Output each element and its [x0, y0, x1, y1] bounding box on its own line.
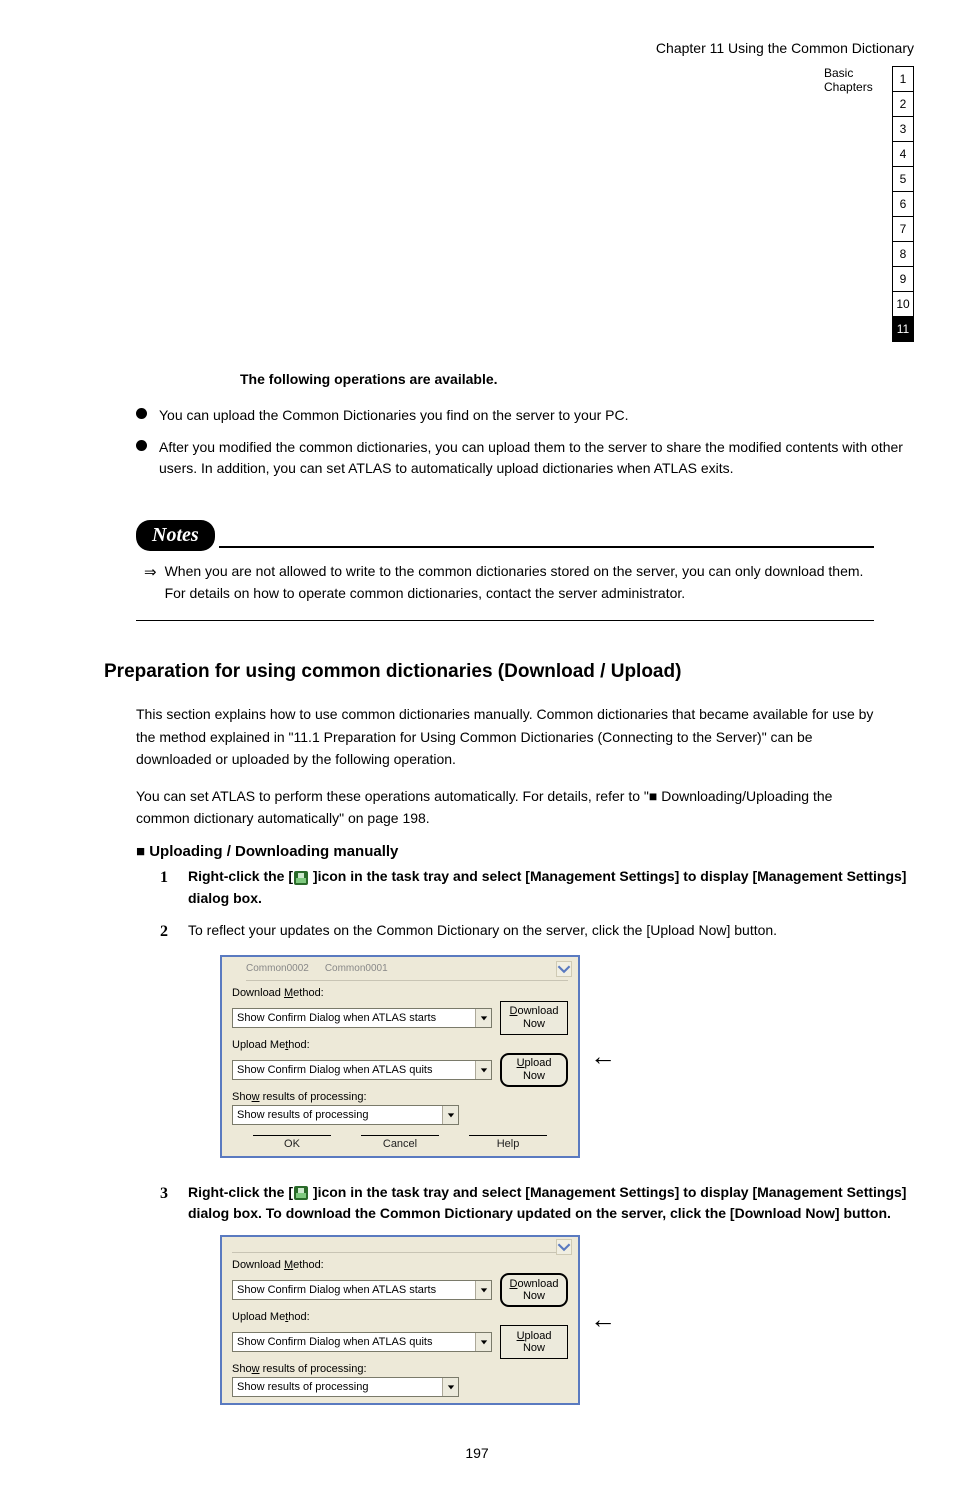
dialog-footer: OK Cancel Help	[232, 1135, 568, 1150]
chapter-index: Basic Chapters 1234567891011	[40, 66, 914, 341]
download-method-label: Download Method:	[232, 987, 568, 999]
step-3: 3 Right-click the [ ]icon in the task tr…	[160, 1182, 914, 1225]
chapter-box-11: 11	[892, 316, 914, 342]
dim-list: Common0002 Common0001	[246, 963, 568, 981]
step-number: 1	[160, 866, 188, 909]
results-combo[interactable]: Show results of processing	[232, 1377, 459, 1397]
step-text: Right-click the [ ]icon in the task tray…	[188, 1182, 914, 1225]
upload-method-label: Upload Method:	[232, 1311, 568, 1323]
list-item: You can upload the Common Dictionaries y…	[136, 405, 914, 427]
upload-now-button[interactable]: Upload Now	[500, 1053, 568, 1087]
arrow-left-icon: ←	[590, 1041, 616, 1072]
paragraph: This section explains how to use common …	[136, 703, 874, 770]
sub-title: ■ Uploading / Downloading manually	[136, 843, 914, 860]
chevron-down-icon[interactable]	[556, 961, 572, 977]
combo-value: Show Confirm Dialog when ATLAS quits	[237, 1336, 432, 1348]
chapter-label-l1: Basic	[824, 66, 853, 80]
step-pre: Right-click the [	[188, 868, 293, 884]
chapter-box-10: 10	[892, 291, 914, 317]
dialog: Common0002 Common0001 Download Method: S…	[220, 955, 580, 1158]
chapter-label: Basic Chapters	[824, 66, 884, 95]
download-method-combo[interactable]: Show Confirm Dialog when ATLAS starts	[232, 1280, 492, 1300]
notes-badge: Notes	[136, 520, 215, 551]
step-2: 2 To reflect your updates on the Common …	[160, 920, 914, 945]
step-text: Right-click the [ ]icon in the task tray…	[188, 866, 914, 909]
upload-method-combo[interactable]: Show Confirm Dialog when ATLAS quits	[232, 1060, 492, 1080]
header-right-text: Chapter 11 Using the Common Dictionary	[40, 40, 914, 56]
step-1: 1 Right-click the [ ]icon in the task tr…	[160, 866, 914, 909]
chapter-box-6: 6	[892, 191, 914, 217]
bullet-text: After you modified the common dictionari…	[159, 437, 914, 480]
chapter-box-9: 9	[892, 266, 914, 292]
notes-section: Notes ⇒ When you are not allowed to writ…	[136, 520, 874, 621]
btn-l2: Now	[523, 1070, 545, 1082]
tray-icon	[293, 870, 309, 886]
chapter-box-8: 8	[892, 241, 914, 267]
chapter-label-l2: Chapters	[824, 80, 873, 94]
upload-now-button[interactable]: Upload Now	[500, 1325, 568, 1359]
section-title: Preparation for using common dictionarie…	[104, 661, 874, 683]
results-label: Show results of processing:	[232, 1363, 568, 1375]
step-number: 2	[160, 920, 188, 945]
help-button[interactable]: Help	[469, 1135, 547, 1150]
results-label: Show results of processing:	[232, 1091, 568, 1103]
bullet-icon	[136, 408, 147, 419]
btn-l2: Now	[523, 1290, 545, 1302]
chevron-down-icon[interactable]	[556, 1239, 572, 1255]
download-method-label: Download Method:	[232, 1259, 568, 1271]
results-combo[interactable]: Show results of processing	[232, 1105, 459, 1125]
notes-item: ⇒ When you are not allowed to write to t…	[144, 561, 874, 604]
screenshot-step3: Download Method: Show Confirm Dialog whe…	[220, 1235, 914, 1405]
bullet-text: You can upload the Common Dictionaries y…	[159, 405, 914, 427]
dim-item: Common0001	[325, 963, 388, 974]
download-method-combo[interactable]: Show Confirm Dialog when ATLAS starts	[232, 1008, 492, 1028]
chapter-box-4: 4	[892, 141, 914, 167]
btn-l2: Now	[523, 1018, 545, 1030]
arrow-icon: ⇒	[144, 561, 157, 604]
chevron-down-icon[interactable]	[475, 1333, 491, 1351]
chapter-box-7: 7	[892, 216, 914, 242]
chevron-down-icon[interactable]	[475, 1281, 491, 1299]
bullet-list: You can upload the Common Dictionaries y…	[136, 405, 914, 480]
chevron-down-icon[interactable]	[442, 1106, 458, 1124]
download-now-button[interactable]: Download Now	[500, 1001, 568, 1035]
download-now-button[interactable]: Download Now	[500, 1273, 568, 1307]
chevron-down-icon[interactable]	[475, 1009, 491, 1027]
step-pre: Right-click the [	[188, 1184, 293, 1200]
chevron-down-icon[interactable]	[442, 1378, 458, 1396]
notes-text: When you are not allowed to write to the…	[165, 561, 874, 604]
step-number: 3	[160, 1182, 188, 1225]
step-text: To reflect your updates on the Common Di…	[188, 920, 914, 945]
intro-line: The following operations are available.	[240, 371, 914, 387]
combo-value: Show results of processing	[237, 1109, 368, 1121]
upload-method-combo[interactable]: Show Confirm Dialog when ATLAS quits	[232, 1332, 492, 1352]
chevron-down-icon[interactable]	[475, 1061, 491, 1079]
screenshot-step2: Common0002 Common0001 Download Method: S…	[220, 955, 914, 1158]
combo-value: Show results of processing	[237, 1381, 368, 1393]
tray-icon	[293, 1185, 309, 1201]
ok-button[interactable]: OK	[253, 1135, 331, 1150]
dialog: Download Method: Show Confirm Dialog whe…	[220, 1235, 580, 1405]
paragraph: You can set ATLAS to perform these opera…	[136, 785, 874, 830]
arrow-left-icon: ←	[590, 1304, 616, 1335]
combo-value: Show Confirm Dialog when ATLAS starts	[237, 1284, 436, 1296]
chapter-box-1: 1	[892, 66, 914, 92]
upload-method-label: Upload Method:	[232, 1039, 568, 1051]
page-number: 197	[40, 1445, 914, 1461]
chapter-box-3: 3	[892, 116, 914, 142]
divider	[219, 546, 874, 548]
combo-value: Show Confirm Dialog when ATLAS starts	[237, 1012, 436, 1024]
chapter-box-2: 2	[892, 91, 914, 117]
list-item: After you modified the common dictionari…	[136, 437, 914, 480]
chapter-box-5: 5	[892, 166, 914, 192]
dim-item: Common0002	[246, 963, 309, 974]
chapter-boxes: 1234567891011	[892, 66, 914, 341]
bullet-icon	[136, 440, 147, 451]
divider	[136, 620, 874, 621]
combo-value: Show Confirm Dialog when ATLAS quits	[237, 1064, 432, 1076]
cancel-button[interactable]: Cancel	[361, 1135, 439, 1150]
